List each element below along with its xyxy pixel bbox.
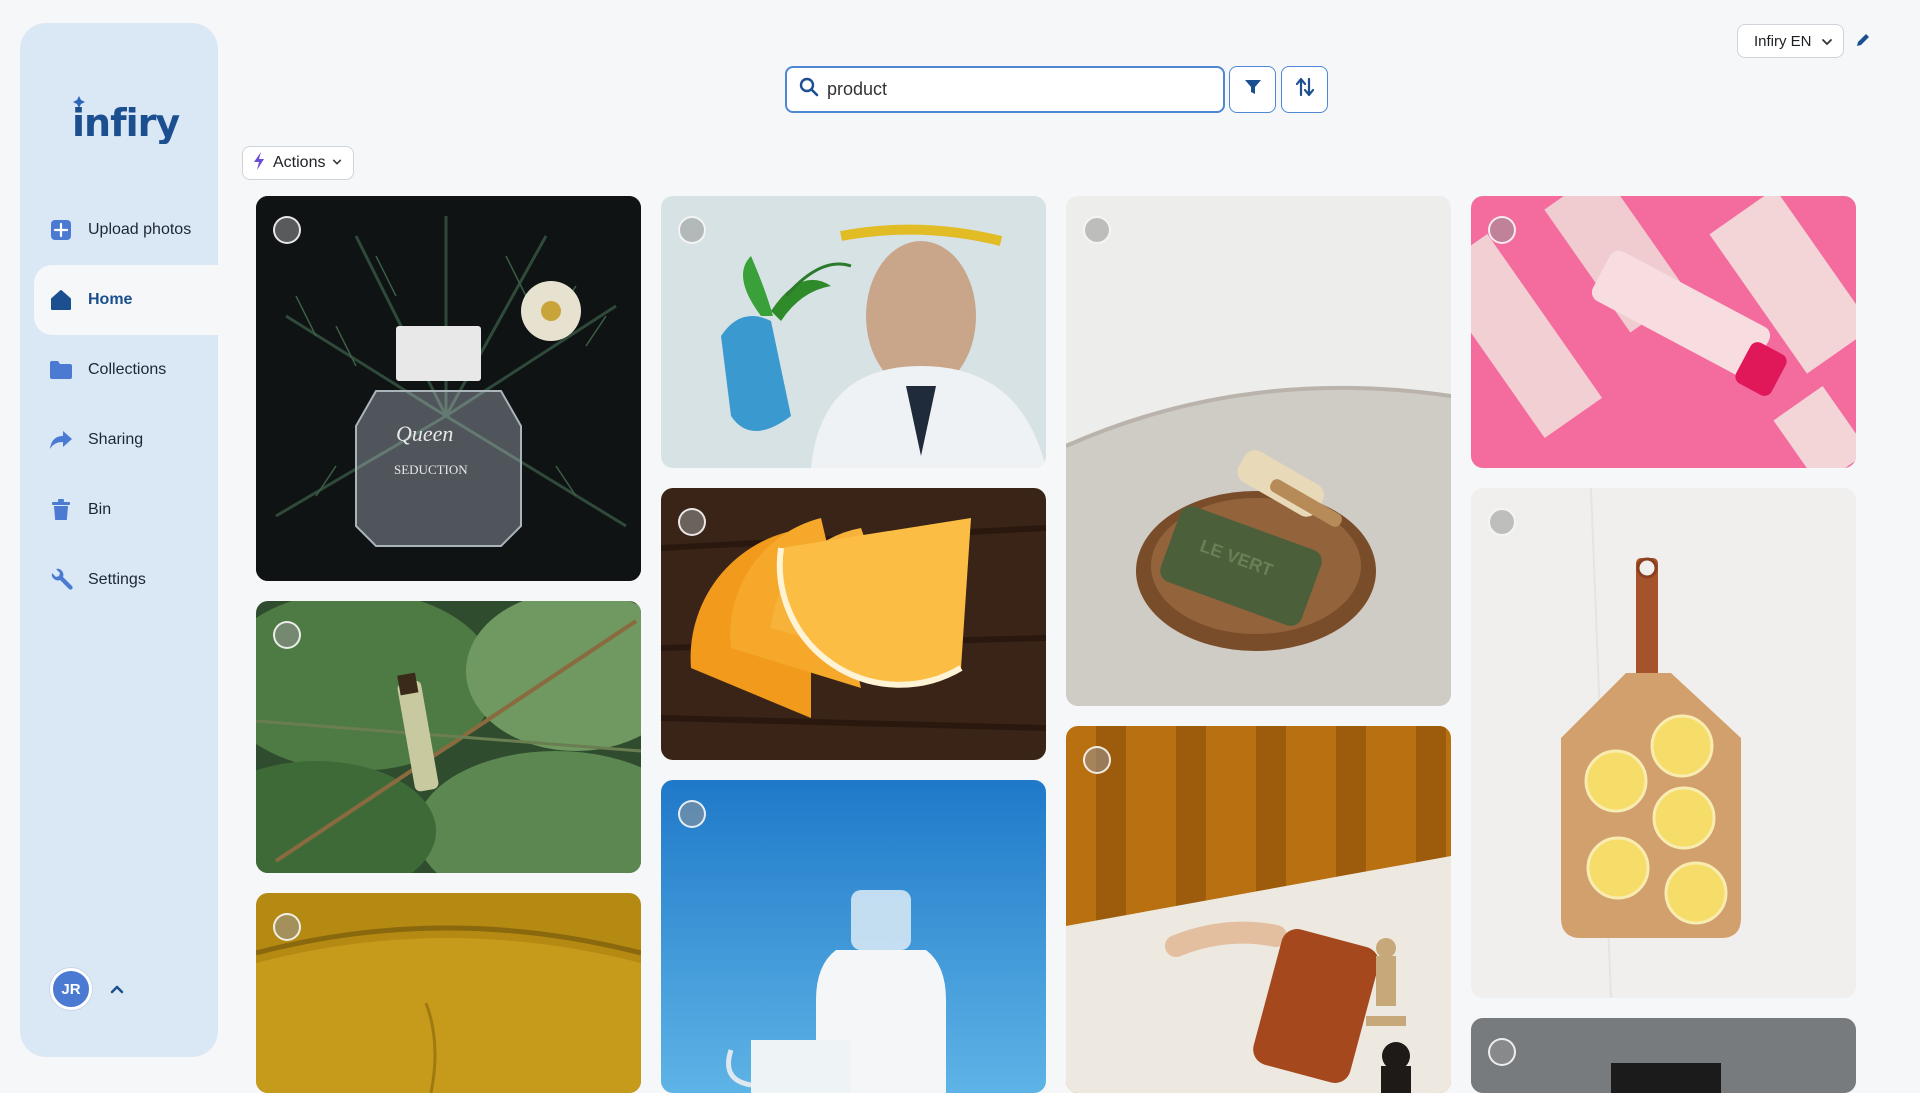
photo-card[interactable] [1471,196,1856,468]
svg-text:SEDUCTION: SEDUCTION [394,462,468,477]
pencil-icon[interactable] [1854,31,1872,49]
language-select[interactable]: Infiry EN [1737,24,1844,58]
sidebar-item-settings[interactable]: Settings [20,545,218,615]
select-checkbox[interactable] [678,216,706,244]
sidebar-item-collections[interactable]: Collections [20,335,218,405]
lightning-icon [253,151,265,175]
photo-image [661,488,1046,760]
chevron-down-icon [332,154,342,172]
plus-square-icon [48,217,74,243]
search-input[interactable] [827,79,1187,100]
search-bar[interactable] [785,66,1225,113]
language-value: Infiry EN [1754,32,1812,50]
photo-card[interactable] [1471,488,1856,998]
select-checkbox[interactable] [1488,216,1516,244]
trash-icon [48,497,74,523]
actions-dropdown[interactable]: Actions [242,146,354,180]
sidebar-item-label: Bin [88,501,112,518]
filter-button[interactable] [1229,66,1276,113]
select-checkbox[interactable] [1083,216,1111,244]
folder-icon [48,357,74,383]
sidebar-item-label: Sharing [88,431,144,448]
photo-image: Queen SEDUCTION [256,196,641,581]
select-checkbox[interactable] [273,913,301,941]
home-icon [48,287,74,313]
sidebar-item-label: Collections [88,361,167,378]
photo-image [1471,488,1856,998]
photo-image [256,601,641,873]
select-checkbox[interactable] [273,621,301,649]
photo-card[interactable] [1066,726,1451,1093]
photo-image: LE VERT [1066,196,1451,706]
sidebar-item-bin[interactable]: Bin [20,475,218,545]
sort-button[interactable] [1281,66,1328,113]
chevron-up-icon[interactable] [108,980,126,998]
wrench-icon [48,567,74,593]
photo-card[interactable] [256,893,641,1093]
sidebar: infiry Upload photos Home Collections Sh… [20,23,238,1057]
photo-card[interactable] [256,601,641,873]
select-checkbox[interactable] [273,216,301,244]
photo-image [661,196,1046,468]
photo-card[interactable] [1471,1018,1856,1093]
sidebar-item-label: Upload photos [88,221,192,238]
svg-text:infiry: infiry [72,101,180,144]
infiry-logo[interactable]: infiry [70,88,190,158]
sort-arrows-icon [1294,76,1316,103]
photo-image [1066,726,1451,1093]
photo-card[interactable] [661,196,1046,468]
photo-image [1471,1018,1856,1093]
svg-text:Queen: Queen [396,421,453,446]
avatar[interactable]: JR [50,968,92,1010]
photo-card[interactable]: Queen SEDUCTION [256,196,641,581]
select-checkbox[interactable] [678,508,706,536]
search-icon [799,77,819,102]
actions-label: Actions [273,154,326,171]
photo-image [661,780,1046,1093]
photo-card[interactable] [661,780,1046,1093]
select-checkbox[interactable] [1488,1038,1516,1066]
sidebar-item-home[interactable]: Home [34,265,238,335]
share-arrow-icon [48,427,74,453]
sidebar-item-label: Home [88,291,133,308]
user-menu[interactable]: JR [50,968,126,1010]
select-checkbox[interactable] [1488,508,1516,536]
select-checkbox[interactable] [678,800,706,828]
chevron-down-icon [1821,35,1833,52]
photo-card[interactable]: LE VERT [1066,196,1451,706]
photo-card[interactable] [661,488,1046,760]
sidebar-item-sharing[interactable]: Sharing [20,405,218,475]
sidebar-item-label: Settings [88,571,146,588]
sidebar-item-upload-photos[interactable]: Upload photos [20,195,218,265]
photo-image [256,893,641,1093]
select-checkbox[interactable] [1083,746,1111,774]
filter-icon [1243,77,1263,102]
photo-image [1471,196,1856,468]
